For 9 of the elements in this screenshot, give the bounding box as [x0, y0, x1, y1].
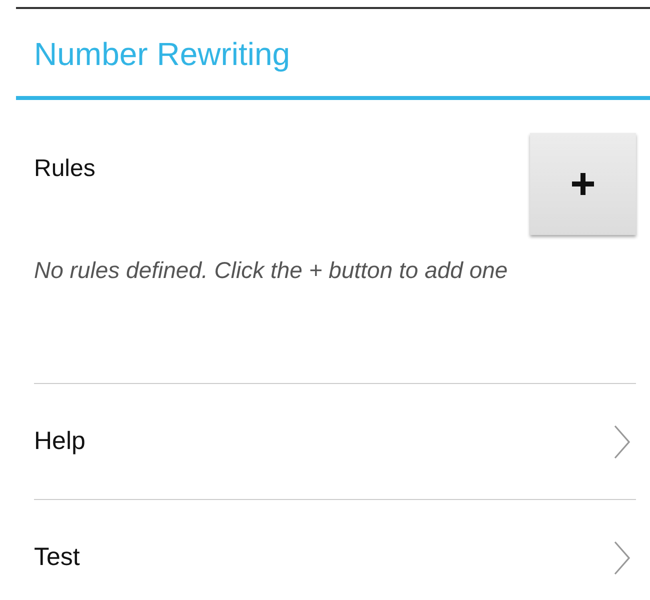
- chevron-right-icon: [614, 540, 630, 574]
- list-item[interactable]: Test: [34, 500, 630, 600]
- empty-message: No rules defined. Click the + button to add one: [34, 256, 509, 285]
- add-button[interactable]: [530, 133, 636, 235]
- screen-title: Number Rewriting: [34, 36, 290, 73]
- section-label: Rules: [34, 155, 96, 183]
- chevron-right-icon: [614, 424, 630, 458]
- list-item[interactable]: Help: [34, 384, 630, 499]
- plus-icon: [572, 173, 594, 195]
